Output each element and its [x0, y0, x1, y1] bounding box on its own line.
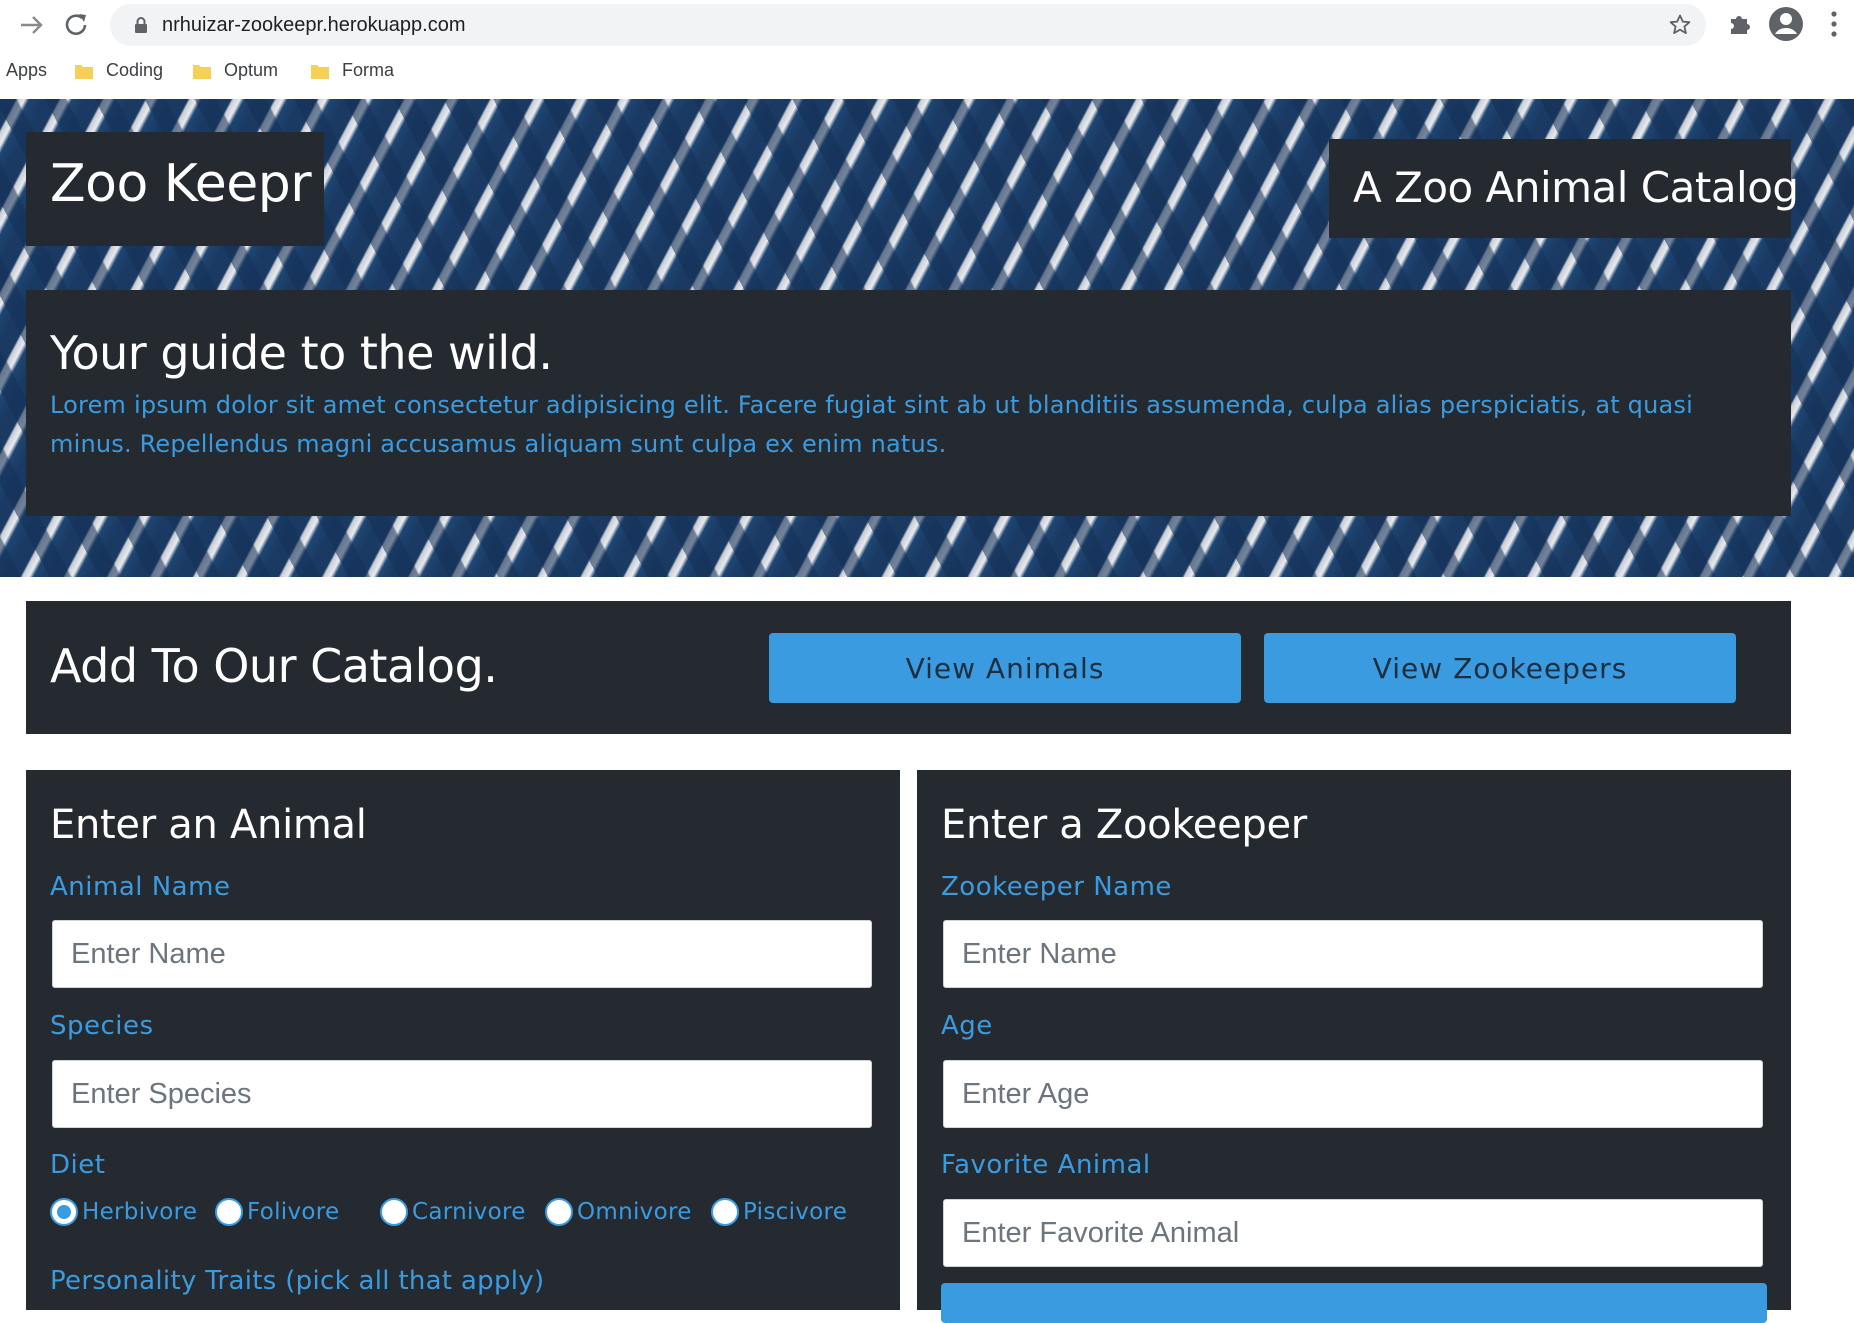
forward-arrow-icon[interactable]: [15, 10, 49, 40]
diet-radio-carnivore[interactable]: Carnivore: [380, 1198, 526, 1226]
age-input[interactable]: [943, 1060, 1763, 1128]
hero-zebra-banner: Zoo Keepr A Zoo Animal Catalog Your guid…: [0, 99, 1854, 577]
tagline-text: A Zoo Animal Catalog: [1353, 163, 1799, 212]
zookeeper-form-title: Enter a Zookeeper: [941, 802, 1307, 848]
catalog-title: Add To Our Catalog.: [50, 639, 498, 693]
radio-label: Piscivore: [743, 1199, 848, 1225]
animal-form-title: Enter an Animal: [50, 802, 367, 848]
animal-form: Enter an Animal Animal Name Species Diet…: [26, 770, 900, 1310]
bookmark-star-icon[interactable]: [1668, 13, 1692, 37]
extensions-puzzle-icon[interactable]: [1726, 10, 1754, 38]
zookeeper-submit-button[interactable]: [941, 1283, 1767, 1323]
browser-menu-icon[interactable]: [1828, 8, 1840, 40]
diet-radio-group: Herbivore Folivore Carnivore Omnivore Pi…: [50, 1198, 890, 1232]
zookeeper-name-label: Zookeeper Name: [941, 872, 1172, 902]
bookmark-coding[interactable]: Coding: [74, 60, 163, 81]
radio-label: Folivore: [247, 1199, 340, 1225]
bookmark-optum[interactable]: Optum: [192, 60, 278, 81]
personality-traits-label: Personality Traits (pick all that apply): [50, 1266, 545, 1296]
diet-radio-omnivore[interactable]: Omnivore: [545, 1198, 692, 1226]
profile-avatar-icon[interactable]: [1768, 6, 1804, 42]
bookmark-label: Forma: [342, 60, 395, 80]
intro-heading: Your guide to the wild.: [50, 326, 553, 380]
animal-name-label: Animal Name: [50, 872, 231, 902]
url-text: nrhuizar-zookeepr.herokuapp.com: [162, 14, 466, 36]
zookeeper-name-input[interactable]: [943, 920, 1763, 988]
radio-checked-icon: [50, 1198, 78, 1226]
tagline-panel: A Zoo Animal Catalog: [1329, 139, 1799, 238]
radio-unchecked-icon: [711, 1198, 739, 1226]
brand-title: Zoo Keepr: [50, 154, 312, 214]
intro-panel: Your guide to the wild. Lorem ipsum dolo…: [26, 290, 1791, 516]
brand-panel: Zoo Keepr: [26, 132, 324, 246]
bookmark-label: Coding: [106, 60, 164, 80]
radio-unchecked-icon: [545, 1198, 573, 1226]
bookmark-label: Apps: [6, 60, 48, 80]
animal-name-input[interactable]: [52, 920, 872, 988]
diet-radio-herbivore[interactable]: Herbivore: [50, 1198, 197, 1226]
zookeeper-form: Enter a Zookeeper Zookeeper Name Age Fav…: [917, 770, 1791, 1323]
bookmark-apps[interactable]: Apps: [6, 60, 47, 81]
favorite-animal-input[interactable]: [943, 1199, 1763, 1267]
reload-icon[interactable]: [60, 10, 94, 40]
intro-text: Lorem ipsum dolor sit amet consectetur a…: [50, 391, 1693, 458]
diet-label: Diet: [50, 1150, 106, 1180]
species-input[interactable]: [52, 1060, 872, 1128]
diet-radio-piscivore[interactable]: Piscivore: [711, 1198, 847, 1226]
favorite-animal-label: Favorite Animal: [941, 1150, 1151, 1180]
browser-chrome: nrhuizar-zookeepr.herokuapp.com Apps Cod…: [0, 0, 1854, 99]
view-animals-button[interactable]: View Animals: [769, 633, 1241, 703]
age-label: Age: [941, 1011, 993, 1041]
lock-icon: [132, 16, 150, 34]
diet-radio-folivore[interactable]: Folivore: [215, 1198, 339, 1226]
radio-label: Carnivore: [412, 1199, 526, 1225]
bookmarks-bar: Apps Coding Optum Forma: [0, 56, 1854, 90]
folder-icon: [75, 64, 93, 79]
radio-unchecked-icon: [380, 1198, 408, 1226]
address-bar[interactable]: nrhuizar-zookeepr.herokuapp.com: [110, 4, 1706, 46]
radio-unchecked-icon: [215, 1198, 243, 1226]
catalog-bar: Add To Our Catalog. View Animals View Zo…: [26, 601, 1791, 734]
folder-icon: [311, 64, 329, 79]
radio-label: Herbivore: [82, 1199, 198, 1225]
bookmark-forma[interactable]: Forma: [310, 60, 394, 81]
folder-icon: [193, 64, 211, 79]
bookmark-label: Optum: [224, 60, 279, 80]
radio-label: Omnivore: [577, 1199, 692, 1225]
view-zookeepers-button[interactable]: View Zookeepers: [1264, 633, 1736, 703]
species-label: Species: [50, 1011, 154, 1041]
